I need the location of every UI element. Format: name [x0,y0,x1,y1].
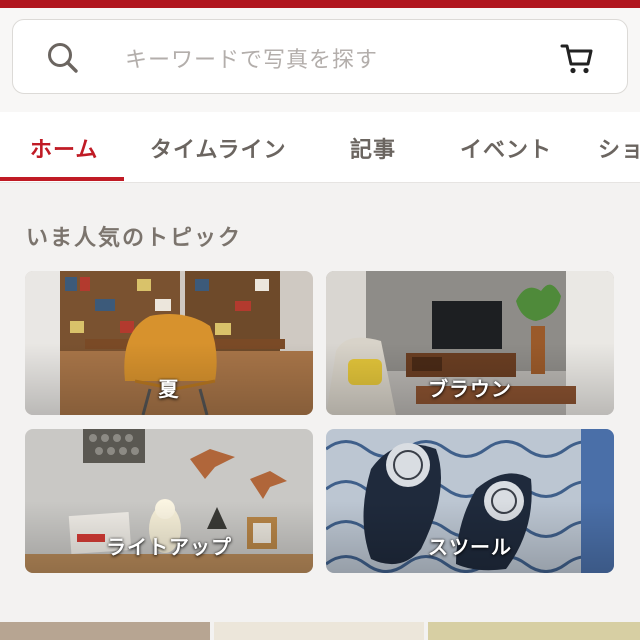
active-tab-indicator [0,177,124,181]
tab-articles[interactable]: 記事 [350,132,396,164]
section-title: いま人気のトピック [26,226,243,251]
topic-card-stool[interactable]: スツール [326,429,614,573]
status-bar [0,0,640,8]
tab-home[interactable]: ホーム [30,132,98,164]
tab-bar: ホーム タイムライン 記事 イベント ショ [0,112,640,183]
tab-shop[interactable]: ショ [598,132,640,164]
topic-label: ライトアップ [106,535,232,559]
tab-timeline[interactable]: タイムライン [150,132,286,164]
search-icon [48,43,78,73]
topic-card-lightup[interactable]: ライトアップ [25,429,313,573]
topic-card-summer[interactable]: 夏 [25,271,313,415]
topic-label: ブラウン [428,377,512,401]
search-input[interactable]: キーワードで写真を探す [125,42,378,74]
cart-icon[interactable] [559,40,595,76]
topic-card-brown[interactable]: ブラウン [326,271,614,415]
tab-events[interactable]: イベント [460,132,552,164]
topic-label: スツール [428,535,512,559]
search-bar[interactable]: キーワードで写真を探す [12,19,628,94]
topic-label: 夏 [158,377,180,401]
search-header: キーワードで写真を探す [0,8,640,112]
next-section-photos [0,622,640,640]
